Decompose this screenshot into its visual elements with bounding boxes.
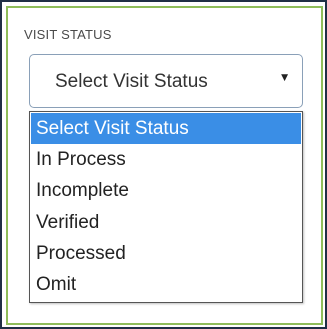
visit-status-label: VISIT STATUS [24, 27, 112, 42]
option-incomplete[interactable]: Incomplete [31, 175, 301, 206]
caret-down-icon: ▼ [281, 73, 288, 83]
option-in-process[interactable]: In Process [31, 144, 301, 175]
option-select-visit-status[interactable]: Select Visit Status [31, 113, 301, 144]
visit-status-select[interactable]: Select Visit Status ▼ [29, 54, 303, 108]
option-verified[interactable]: Verified [31, 207, 301, 238]
visit-status-dropdown-list: Select Visit Status In Process Incomplet… [29, 111, 303, 303]
option-omit[interactable]: Omit [31, 269, 301, 300]
visit-status-selected-value: Select Visit Status [55, 71, 208, 92]
option-processed[interactable]: Processed [31, 238, 301, 269]
